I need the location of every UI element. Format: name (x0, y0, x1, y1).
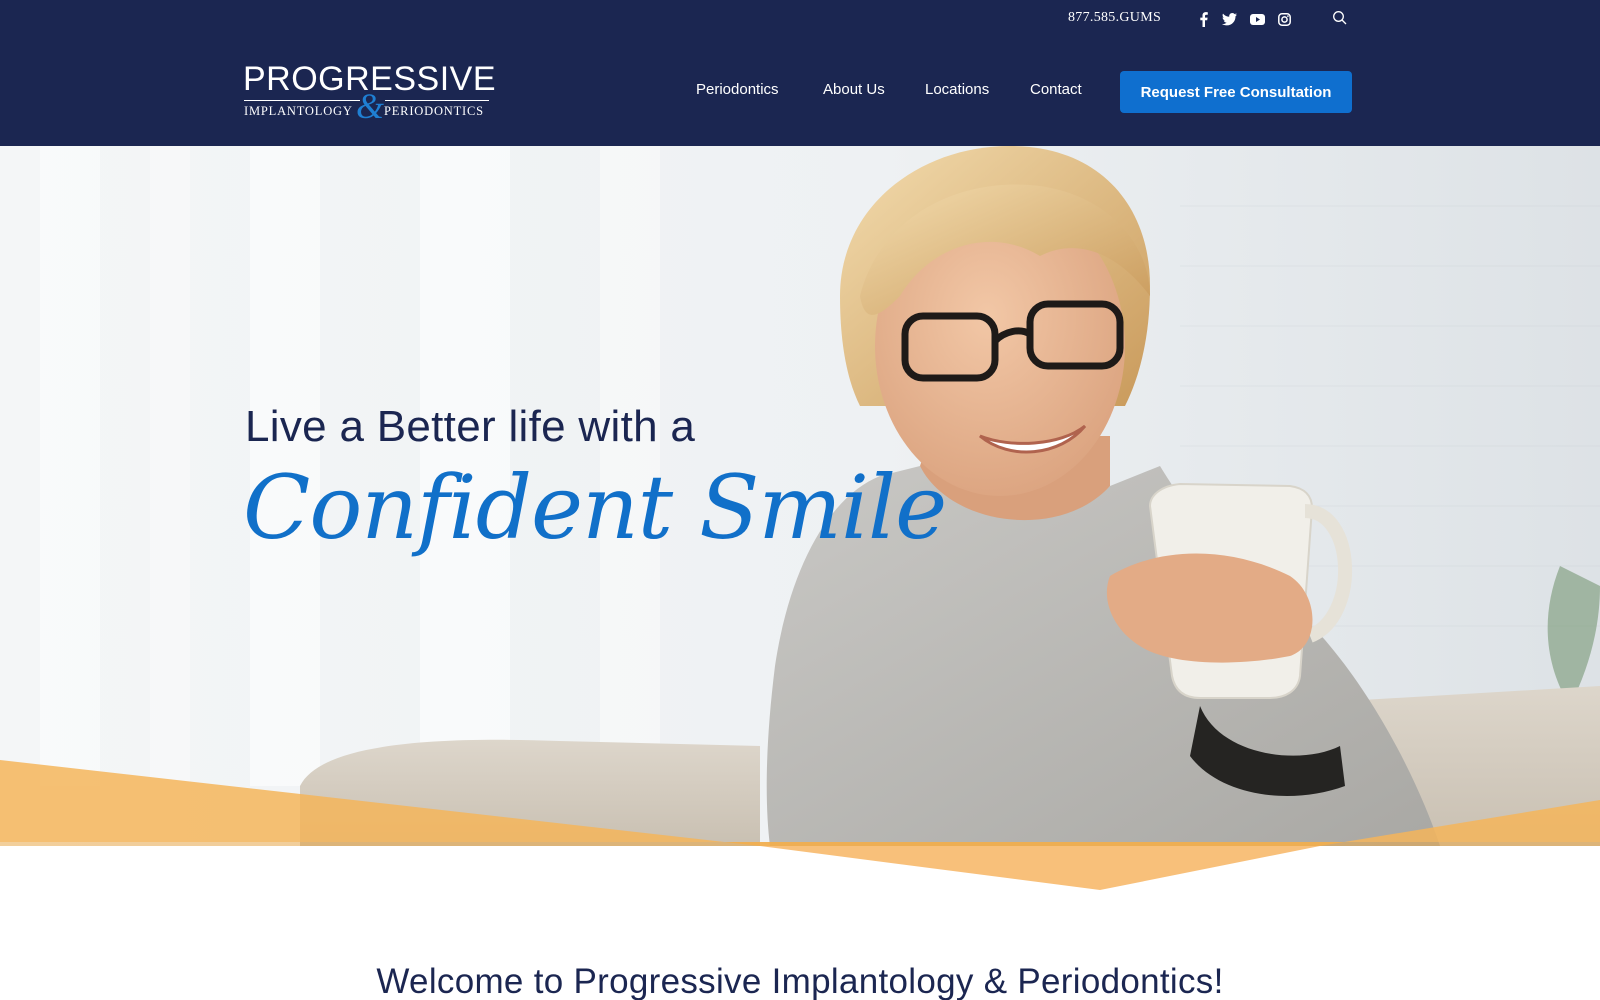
nav-contact[interactable]: Contact (1030, 81, 1082, 98)
search-icon[interactable] (1332, 10, 1348, 26)
logo-subtitle-right: PERIODONTICS (384, 104, 484, 118)
phone-link[interactable]: 877.585.GUMS (1068, 10, 1161, 26)
hero-wave-divider (0, 760, 1600, 890)
top-bar: 877.585.GUMS (0, 0, 1600, 36)
logo-subtitle-left: IMPLANTOLOGY (244, 104, 353, 118)
logo-divider (385, 100, 489, 101)
request-consultation-button[interactable]: Request Free Consultation (1120, 71, 1352, 113)
welcome-heading: Welcome to Progressive Implantology & Pe… (376, 962, 1224, 1000)
youtube-icon[interactable] (1248, 10, 1266, 28)
nav-about-us[interactable]: About Us (823, 81, 885, 98)
logo-divider (244, 100, 360, 101)
site-logo[interactable]: PROGRESSIVE IMPLANTOLOGY & PERIODONTICS (243, 62, 496, 126)
nav-periodontics[interactable]: Periodontics (696, 81, 779, 98)
facebook-icon[interactable] (1196, 10, 1210, 28)
nav-locations[interactable]: Locations (925, 81, 989, 98)
logo-ampersand: & (356, 86, 385, 126)
hero-tagline: Live a Better life with a (245, 402, 696, 451)
hero-script-heading: Confident Smile (243, 456, 947, 559)
twitter-icon[interactable] (1220, 10, 1238, 28)
instagram-icon[interactable] (1276, 10, 1292, 28)
site-header: 877.585.GUMS PROGRESSIVE IMPLANTOLOGY & … (0, 0, 1600, 146)
